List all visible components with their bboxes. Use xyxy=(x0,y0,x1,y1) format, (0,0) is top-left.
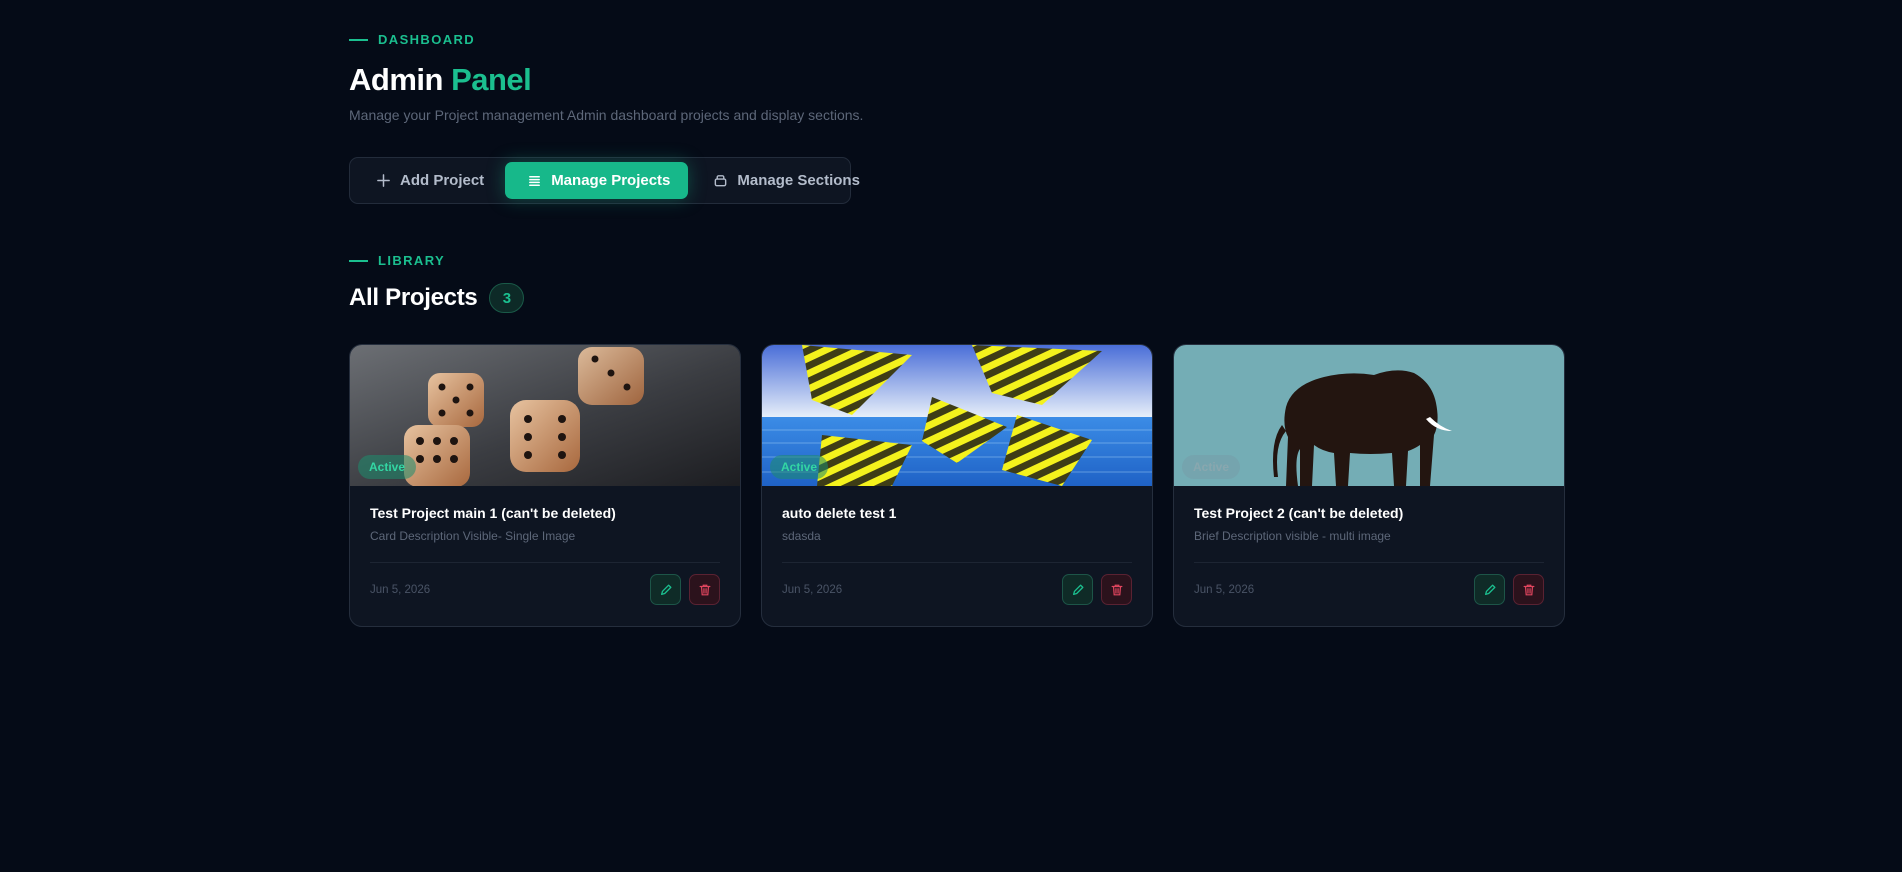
trash-icon xyxy=(1111,584,1122,595)
card-description: Card Description Visible- Single Image xyxy=(370,529,576,543)
elephant-silhouette-image: Active xyxy=(1174,345,1564,486)
status-badge: Active xyxy=(770,455,829,479)
page-title-accent: Panel xyxy=(451,62,532,97)
card-body: Test Project main 1 (can't be deleted) C… xyxy=(350,486,740,605)
add-project-label: Add Project xyxy=(400,172,485,189)
card-description: Brief Description visible - multi image xyxy=(1194,529,1391,543)
manage-projects-label: Manage Projects xyxy=(551,172,671,189)
card-body: Test Project 2 (can't be deleted) Brief … xyxy=(1174,486,1564,605)
library-header: All Projects 3 xyxy=(349,283,525,313)
project-card[interactable]: Active Test Project main 1 (can't be del… xyxy=(349,344,741,627)
pencil-icon xyxy=(660,584,671,595)
trash-icon xyxy=(699,584,710,595)
card-date: Jun 5, 2026 xyxy=(782,583,843,596)
library-eyebrow-label: LIBRARY xyxy=(378,253,446,268)
page-title: Admin Panel xyxy=(349,62,532,98)
add-project-button[interactable]: Add Project xyxy=(354,162,502,199)
yellow-striped-pyramids-image: Active xyxy=(762,345,1152,486)
delete-button[interactable] xyxy=(1101,574,1132,605)
eyebrow-dash xyxy=(349,259,368,262)
dice-image: Active xyxy=(350,345,740,486)
card-divider xyxy=(1194,562,1544,563)
card-description: sdasda xyxy=(782,529,821,543)
list-icon xyxy=(529,176,541,186)
manage-sections-label: Manage Sections xyxy=(737,172,860,189)
project-grid: Active Test Project main 1 (can't be del… xyxy=(349,344,1565,627)
project-count-badge: 3 xyxy=(489,283,525,313)
card-footer: Jun 5, 2026 xyxy=(370,574,720,605)
card-footer: Jun 5, 2026 xyxy=(782,574,1132,605)
card-body: auto delete test 1 sdasda Jun 5, 2026 xyxy=(762,486,1152,605)
card-actions xyxy=(650,574,720,605)
dashboard-eyebrow-label: DASHBOARD xyxy=(378,32,476,47)
status-badge: Active xyxy=(1182,455,1241,479)
pencil-icon xyxy=(1072,584,1083,595)
library-eyebrow: LIBRARY xyxy=(349,253,445,268)
card-date: Jun 5, 2026 xyxy=(370,583,431,596)
manage-sections-tab[interactable]: Manage Sections xyxy=(691,162,878,199)
trash-icon xyxy=(1523,584,1534,595)
status-badge: Active xyxy=(358,455,417,479)
page-subtitle: Manage your Project management Admin das… xyxy=(349,107,864,123)
card-title: Test Project 2 (can't be deleted) xyxy=(1194,505,1404,521)
card-footer: Jun 5, 2026 xyxy=(1194,574,1544,605)
manage-projects-tab[interactable]: Manage Projects xyxy=(505,162,689,199)
dashboard-eyebrow: DASHBOARD xyxy=(349,32,475,47)
edit-button[interactable] xyxy=(650,574,681,605)
edit-button[interactable] xyxy=(1062,574,1093,605)
project-card[interactable]: Active auto delete test 1 sdasda Jun 5, … xyxy=(761,344,1153,627)
library-title: All Projects xyxy=(349,284,478,311)
card-divider xyxy=(782,562,1132,563)
card-divider xyxy=(370,562,720,563)
page-title-main: Admin xyxy=(349,62,443,97)
plus-icon xyxy=(377,174,390,187)
card-actions xyxy=(1062,574,1132,605)
card-title: auto delete test 1 xyxy=(782,505,897,521)
card-actions xyxy=(1474,574,1544,605)
pencil-icon xyxy=(1484,584,1495,595)
layers-icon xyxy=(715,175,727,187)
card-title: Test Project main 1 (can't be deleted) xyxy=(370,505,616,521)
eyebrow-dash xyxy=(349,38,368,41)
card-date: Jun 5, 2026 xyxy=(1194,583,1255,596)
delete-button[interactable] xyxy=(689,574,720,605)
project-card[interactable]: Active Test Project 2 (can't be deleted)… xyxy=(1173,344,1565,627)
delete-button[interactable] xyxy=(1513,574,1544,605)
edit-button[interactable] xyxy=(1474,574,1505,605)
admin-toolbar: Add Project Manage Projects Manage Secti… xyxy=(349,157,860,204)
